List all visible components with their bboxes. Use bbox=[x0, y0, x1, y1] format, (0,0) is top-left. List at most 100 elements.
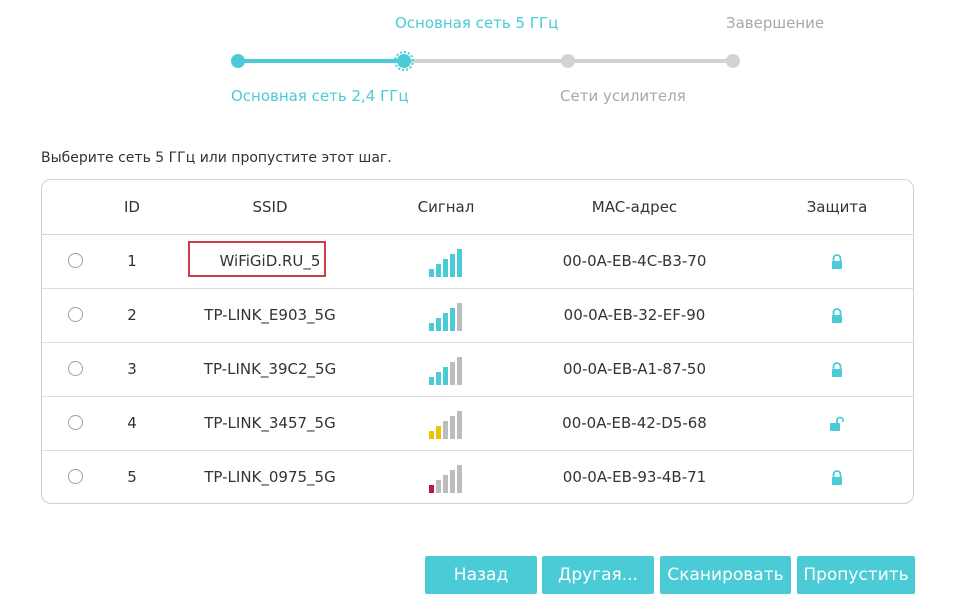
step-label-finish: Завершение bbox=[726, 14, 825, 32]
step-dot-extender bbox=[561, 54, 575, 68]
signal-bar bbox=[429, 484, 434, 493]
signal-cell bbox=[394, 342, 498, 396]
security-cell bbox=[782, 396, 892, 450]
header-signal: Сигнал bbox=[417, 198, 475, 216]
mac-address: 00-0A-EB-42-D5-68 bbox=[562, 414, 707, 432]
table-row[interactable]: 2 TP-LINK_E903_5G 00-0A-EB-32-EF-90 bbox=[42, 288, 913, 343]
network-id: 2 bbox=[127, 306, 137, 324]
progress-track-done bbox=[238, 59, 404, 63]
step-dot-finish bbox=[726, 54, 740, 68]
signal-strength-icon bbox=[429, 356, 462, 385]
mac-address: 00-0A-EB-32-EF-90 bbox=[563, 306, 706, 324]
signal-bar bbox=[436, 371, 441, 385]
ssid-cell: TP-LINK_E903_5G bbox=[172, 288, 368, 342]
ssid-cell: TP-LINK_3457_5G bbox=[172, 396, 368, 450]
header-id: ID bbox=[124, 198, 140, 216]
signal-strength-icon bbox=[429, 464, 462, 493]
radio-cell bbox=[57, 342, 93, 396]
security-cell bbox=[782, 342, 892, 396]
step-label-extender: Сети усилителя bbox=[560, 87, 686, 105]
signal-bar bbox=[450, 307, 455, 331]
step-label-24ghz: Основная сеть 2,4 ГГц bbox=[231, 87, 409, 105]
signal-bar bbox=[429, 268, 434, 277]
network-id: 1 bbox=[127, 252, 137, 270]
select-network-radio[interactable] bbox=[67, 307, 83, 322]
signal-bar bbox=[443, 474, 448, 493]
back-button[interactable]: Назад bbox=[425, 556, 537, 594]
radio-cell bbox=[57, 234, 93, 288]
signal-bar bbox=[457, 302, 462, 331]
step-dot-24ghz bbox=[231, 54, 245, 68]
mac-address: 00-0A-EB-93-4B-71 bbox=[562, 468, 707, 486]
signal-bar bbox=[457, 410, 462, 439]
signal-bar bbox=[429, 430, 434, 439]
wizard-stepper: Основная сеть 5 ГГц Завершение Основная … bbox=[0, 0, 955, 120]
skip-button[interactable]: Пропустить bbox=[797, 556, 915, 594]
signal-bar bbox=[443, 366, 448, 385]
select-network-radio[interactable] bbox=[67, 415, 83, 430]
radio-cell bbox=[57, 396, 93, 450]
signal-bar bbox=[457, 248, 462, 277]
header-security: Защита bbox=[806, 198, 868, 216]
network-ssid: TP-LINK_E903_5G bbox=[204, 306, 336, 324]
table-row[interactable]: 3 TP-LINK_39C2_5G 00-0A-EB-A1-87-50 bbox=[42, 342, 913, 397]
lock-icon bbox=[832, 469, 842, 485]
table-row[interactable]: 1 WiFiGiD.RU_5 00-0A-EB-4C-B3-70 bbox=[42, 234, 913, 289]
signal-bar bbox=[450, 469, 455, 493]
mac-address: 00-0A-EB-A1-87-50 bbox=[562, 360, 707, 378]
select-network-radio[interactable] bbox=[67, 253, 83, 268]
signal-bar bbox=[436, 263, 441, 277]
network-ssid: TP-LINK_39C2_5G bbox=[203, 360, 337, 378]
signal-bar bbox=[436, 425, 441, 439]
header-ssid: SSID bbox=[252, 198, 288, 216]
lock-icon bbox=[832, 253, 842, 269]
signal-strength-icon bbox=[429, 302, 462, 331]
signal-strength-icon bbox=[429, 248, 462, 277]
table-header: ID SSID Сигнал MAC-адрес Защита bbox=[42, 180, 913, 235]
step-label-5ghz: Основная сеть 5 ГГц bbox=[395, 14, 559, 32]
table-row[interactable]: 4 TP-LINK_3457_5G 00-0A-EB-42-D5-68 bbox=[42, 396, 913, 451]
lock-icon bbox=[832, 361, 842, 377]
signal-cell bbox=[394, 450, 498, 503]
header-mac: MAC-адрес bbox=[591, 198, 678, 216]
signal-strength-icon bbox=[429, 410, 462, 439]
signal-bar bbox=[443, 312, 448, 331]
select-network-radio[interactable] bbox=[67, 361, 83, 376]
lock-icon bbox=[832, 307, 842, 323]
network-ssid: TP-LINK_3457_5G bbox=[204, 414, 336, 432]
signal-bar bbox=[436, 479, 441, 493]
signal-bar bbox=[443, 258, 448, 277]
signal-bar bbox=[443, 420, 448, 439]
scan-button[interactable]: Сканировать bbox=[660, 556, 791, 594]
network-id: 5 bbox=[127, 468, 137, 486]
ssid-cell: TP-LINK_39C2_5G bbox=[172, 342, 368, 396]
signal-bar bbox=[429, 322, 434, 331]
security-cell bbox=[782, 288, 892, 342]
security-cell bbox=[782, 450, 892, 503]
unlock-icon bbox=[830, 416, 844, 431]
signal-bar bbox=[457, 356, 462, 385]
signal-cell bbox=[394, 396, 498, 450]
instruction-text: Выберите сеть 5 ГГц или пропустите этот … bbox=[41, 150, 392, 166]
network-id: 3 bbox=[127, 360, 137, 378]
security-cell bbox=[782, 234, 892, 288]
table-row[interactable]: 5 TP-LINK_0975_5G 00-0A-EB-93-4B-71 bbox=[42, 450, 913, 503]
network-ssid: TP-LINK_0975_5G bbox=[204, 468, 336, 486]
signal-bar bbox=[450, 415, 455, 439]
signal-bar bbox=[429, 376, 434, 385]
signal-bar bbox=[457, 464, 462, 493]
signal-cell bbox=[394, 288, 498, 342]
select-network-radio[interactable] bbox=[67, 469, 83, 484]
signal-bar bbox=[450, 253, 455, 277]
ssid-cell: TP-LINK_0975_5G bbox=[172, 450, 368, 503]
signal-cell bbox=[394, 234, 498, 288]
step-dot-5ghz bbox=[397, 54, 411, 68]
highlight-box bbox=[188, 241, 326, 277]
radio-cell bbox=[57, 450, 93, 503]
signal-bar bbox=[450, 361, 455, 385]
other-button[interactable]: Другая... bbox=[542, 556, 654, 594]
network-id: 4 bbox=[127, 414, 137, 432]
network-table: ID SSID Сигнал MAC-адрес Защита 1 WiFiGiD… bbox=[41, 179, 914, 504]
radio-cell bbox=[57, 288, 93, 342]
signal-bar bbox=[436, 317, 441, 331]
